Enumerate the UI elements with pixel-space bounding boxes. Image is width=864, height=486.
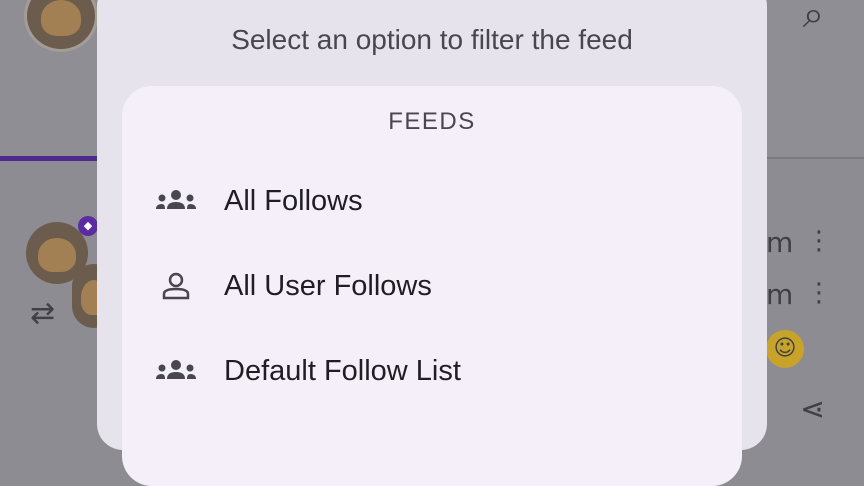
option-all-follows[interactable]: All Follows <box>122 163 742 239</box>
option-all-user-follows[interactable]: All User Follows <box>122 248 742 324</box>
dialog-title: Select an option to filter the feed <box>231 24 633 55</box>
option-default-follow-list[interactable]: Default Follow List <box>122 333 742 409</box>
option-label: Default Follow List <box>224 354 461 387</box>
person-icon <box>152 268 200 304</box>
more-options-icon: ⋮ <box>806 226 832 256</box>
active-tab-indicator <box>0 156 100 161</box>
post-time-fragment: m <box>766 226 794 259</box>
repost-icon: ⇄ <box>30 296 56 331</box>
option-label: All Follows <box>224 184 363 217</box>
option-label: All User Follows <box>224 269 432 302</box>
share-icon: ⋖ <box>800 392 826 427</box>
group-icon <box>152 353 200 389</box>
post-time-fragment: m <box>766 278 794 311</box>
filter-feed-dialog: Select an option to filter the feed FEED… <box>97 0 767 486</box>
section-title: FEEDS <box>388 108 476 135</box>
laughing-emoji-icon: ☺ <box>766 330 804 368</box>
feeds-card: FEEDS All Follows All User Follows Defau… <box>122 86 742 486</box>
more-options-icon: ⋮ <box>806 278 832 308</box>
group-icon <box>152 183 200 219</box>
verified-badge-icon: ◆ <box>78 216 98 236</box>
search-icon: ⌕ <box>802 0 824 36</box>
